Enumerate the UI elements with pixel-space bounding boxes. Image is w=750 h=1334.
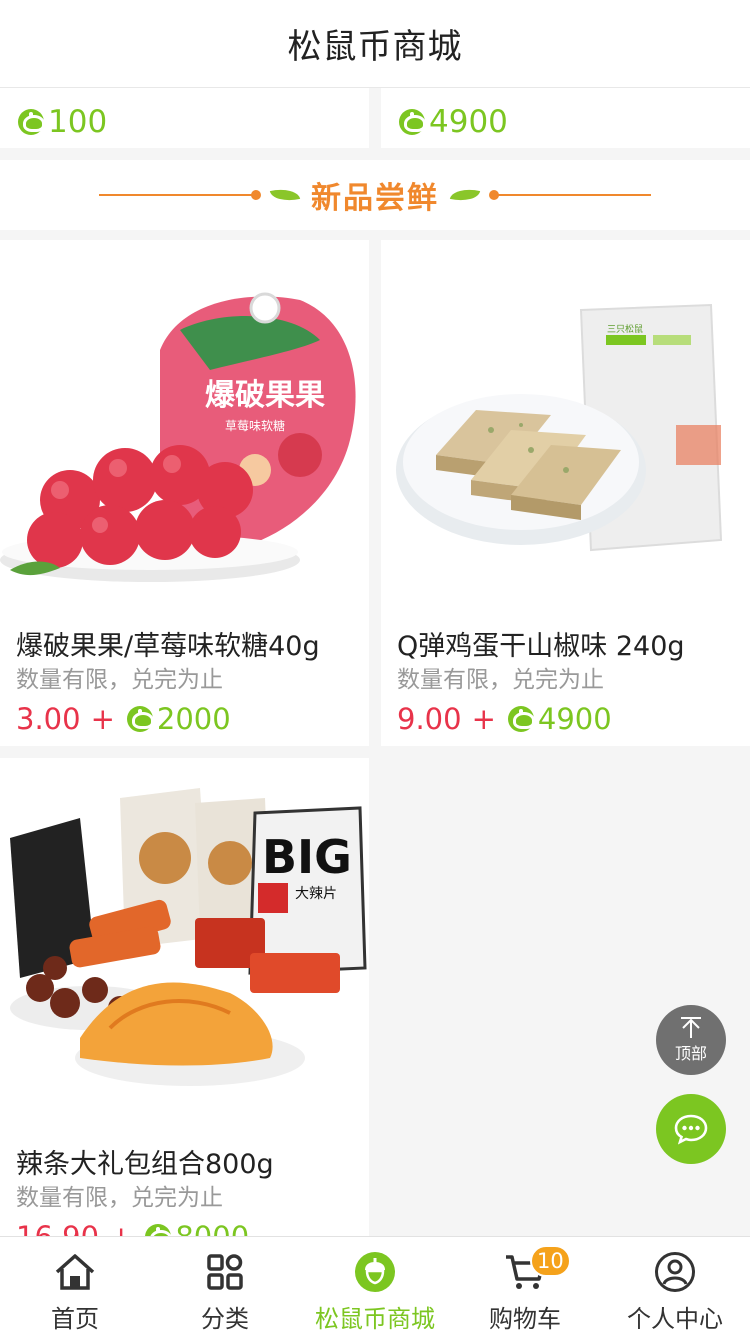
header-bar: 松鼠币商城 [0,0,750,88]
squirrel-coin-icon [145,1224,173,1236]
price-cash: 9.00 [397,702,462,736]
package-brand-text: 三只松鼠 [607,323,643,335]
tab-category[interactable]: 分类 [150,1237,300,1334]
tab-home[interactable]: 首页 [0,1237,150,1334]
product-card[interactable]: 三只松鼠 Q弹鸡蛋干山椒味 240g 数量有限，兑完为止 9.00 + 4900 [381,240,750,746]
product-card[interactable]: 4900 [381,88,750,148]
product-price: 16.90 + 8000 [16,1220,249,1236]
user-icon [655,1252,695,1292]
squirrel-coin-icon [18,109,45,135]
product-note: 数量有限，兑完为止 [16,1185,223,1211]
tab-label: 首页 [51,1305,99,1333]
page-title: 松鼠币商城 [287,27,463,67]
previous-products-row: 100 4900 [0,88,750,148]
price-cash: 3.00 [16,702,81,736]
product-card[interactable]: BIG 大辣片 辣条大礼包组合800g 数量有限，兑完为止 16.90 + 80… [0,758,369,1236]
price-plus: + [471,702,496,736]
price-points: 2000 [156,702,231,736]
squirrel-coin-icon [399,109,426,135]
product-note: 数量有限，兑完为止 [16,667,223,693]
divider-line [99,190,261,200]
acorn-icon [355,1252,395,1292]
price-points: 4900 [537,702,612,736]
package-brand-text: 爆破果果 [205,378,325,413]
back-to-top-button[interactable]: 顶部 [656,1005,726,1075]
egg-tofu-image: 三只松鼠 [381,240,750,610]
gummy-candy-image: 爆破果果 草莓味软糖 [0,240,369,610]
price-plus: + [109,1220,133,1236]
tab-profile[interactable]: 个人中心 [600,1237,750,1334]
product-points: 100 [48,104,108,140]
spicy-strip-gift-pack-image: BIG 大辣片 [0,758,369,1128]
squirrel-coin-icon [507,706,535,732]
tab-coin-mall[interactable]: 松鼠币商城 [300,1237,450,1334]
bottom-tab-bar: 首页 分类 松鼠币商城 购物车 10 个人中心 [0,1236,750,1334]
back-to-top-label: 顶部 [674,1044,707,1063]
squirrel-coin-icon [126,706,154,732]
arrow-up-icon [681,1017,701,1038]
product-name[interactable]: 辣条大礼包组合800g [16,1142,274,1181]
package-flavor-text: 草莓味软糖 [225,418,285,433]
product-feed[interactable]: 100 4900 新品尝鲜 爆破果果 草莓味软糖 爆破果果/草莓味软糖40g 数… [0,88,750,1236]
product-image[interactable]: 爆破果果 草莓味软糖 [0,240,369,610]
package-brand-text: BIG [262,830,352,884]
tab-label: 个人中心 [627,1305,723,1333]
product-image[interactable]: BIG 大辣片 [0,758,369,1128]
product-card[interactable]: 100 [0,88,369,148]
chat-bubble-icon [674,1114,708,1145]
chat-button[interactable] [656,1094,726,1164]
tab-label: 松鼠币商城 [315,1305,435,1333]
leaf-icon [449,185,481,205]
category-icon [207,1254,243,1290]
product-points: 4900 [429,104,508,140]
product-note: 数量有限，兑完为止 [397,667,604,693]
tab-label: 购物车 [489,1305,561,1333]
section-banner: 新品尝鲜 [0,160,750,230]
home-icon [55,1254,95,1290]
product-card[interactable]: 爆破果果 草莓味软糖 爆破果果/草莓味软糖40g 数量有限，兑完为止 3.00 … [0,240,369,746]
product-price: 9.00 + 4900 [397,702,612,736]
divider-line [489,190,651,200]
product-name[interactable]: 爆破果果/草莓味软糖40g [16,624,320,663]
price-plus: + [90,702,115,736]
product-image[interactable]: 三只松鼠 [381,240,750,610]
leaf-icon [269,185,301,205]
cart-count-badge: 10 [530,1245,571,1277]
price-points: 8000 [175,1220,249,1236]
price-cash: 16.90 [16,1220,99,1236]
package-flavor-text: 大辣片 [295,886,337,902]
tab-cart[interactable]: 购物车 10 [450,1237,600,1334]
product-name[interactable]: Q弹鸡蛋干山椒味 240g [397,624,685,663]
tab-label: 分类 [201,1305,249,1333]
product-price: 3.00 + 2000 [16,702,231,736]
section-title: 新品尝鲜 [311,181,439,216]
